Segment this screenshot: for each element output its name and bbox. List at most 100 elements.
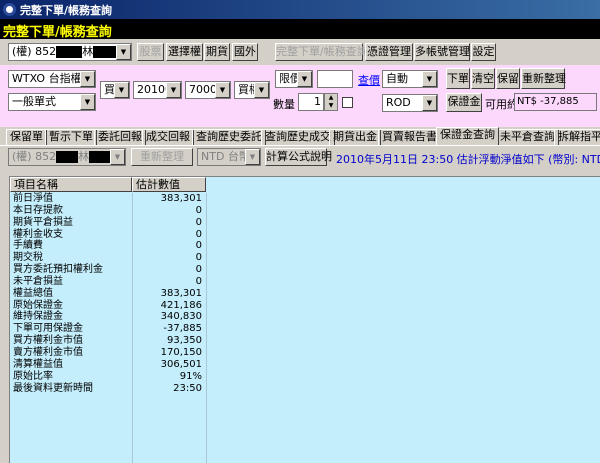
row-item-value: 0 [195, 228, 202, 240]
table-row[interactable]: 權利金收支 0 [10, 229, 206, 241]
chevron-down-icon[interactable]: ▼ [245, 149, 260, 165]
chevron-down-icon[interactable]: ▼ [116, 44, 131, 60]
tab-fill-history[interactable]: 查詢歷史成交 [261, 129, 335, 145]
query-account-select[interactable]: (權) 852 林 ▼ [8, 148, 126, 166]
chevron-down-icon[interactable]: ▼ [215, 82, 230, 98]
table-row[interactable]: 手續費 0 [10, 240, 206, 252]
month-select[interactable]: 201005 ▼ [133, 81, 182, 99]
row-item-name: 清算權益值 [13, 358, 63, 370]
chevron-down-icon[interactable]: ▼ [110, 149, 125, 165]
window-title: 完整下單/帳務查詢 [20, 3, 113, 17]
row-item-name: 本日存提款 [13, 204, 63, 216]
row-item-value: 0 [195, 216, 202, 228]
row-item-name: 維持保證金 [13, 311, 63, 323]
tif-select[interactable]: ROD ▼ [382, 94, 438, 112]
auto-select[interactable]: 自動 ▼ [382, 70, 438, 88]
masked-account [56, 46, 83, 58]
table-row[interactable]: 賣方權利金市值 170,150 [10, 347, 206, 359]
row-item-value: 383,301 [160, 193, 202, 204]
chevron-down-icon[interactable]: ▼ [422, 95, 437, 111]
row-item-name: 原始比率 [13, 370, 53, 382]
margin-button[interactable]: 保證金 [446, 93, 482, 112]
options-button[interactable]: 選擇權 [166, 43, 203, 61]
refresh-button[interactable]: 重新整理 [131, 148, 193, 166]
column-divider [206, 193, 207, 463]
price-input[interactable] [317, 70, 353, 88]
keep-button[interactable]: 保留 [496, 68, 520, 89]
multi-account-button[interactable]: 多帳號管理 [414, 43, 470, 61]
qty-spinner[interactable]: ▲ ▼ [324, 93, 338, 111]
page-title: 完整下單/帳務查詢 [0, 19, 600, 40]
tab-order-report[interactable]: 委託回報 [94, 129, 146, 145]
account-select[interactable]: (權) 852 林 ▼ [8, 43, 132, 61]
chevron-down-icon[interactable]: ▼ [114, 82, 129, 98]
table-row[interactable]: 期交稅 0 [10, 252, 206, 264]
tab-open-position[interactable]: 未平倉查詢 [496, 129, 559, 145]
order-type-select[interactable]: 一般單式 ▼ [8, 93, 96, 111]
reset-button[interactable]: 重新整理 [521, 68, 566, 89]
table-row[interactable]: 下單可用保證金 -37,885 [10, 323, 206, 335]
row-item-name: 原始保證金 [13, 299, 63, 311]
cert-manage-button[interactable]: 憑證管理 [365, 43, 413, 61]
table-row[interactable]: 本日存提款 0 [10, 205, 206, 217]
row-item-name: 買方委託預扣權利金 [13, 264, 103, 276]
full-order-button[interactable]: 完整下單/帳務查詢 [275, 43, 368, 61]
table-row[interactable]: 期貨平倉損益 0 [10, 217, 206, 229]
row-item-name: 賣方權利金市值 [13, 346, 83, 358]
qty-label: 數量 [273, 98, 295, 111]
row-item-value: 0 [195, 275, 202, 287]
table-row[interactable]: 買方委託預扣權利金 0 [10, 264, 206, 276]
chevron-down-icon[interactable]: ▼ [254, 82, 269, 98]
chevron-down-icon[interactable]: ▼ [422, 71, 437, 87]
table-row[interactable]: 原始比率 91% [10, 371, 206, 383]
chevron-down-icon[interactable]: ▼ [80, 71, 95, 87]
row-item-value: 383,301 [160, 287, 202, 299]
row-item-value: 23:50 [173, 382, 202, 394]
tab-report[interactable]: 買賣報告書 [378, 129, 441, 145]
query-price-link[interactable]: 查價 [358, 72, 380, 88]
tab-fill-report[interactable]: 成交回報 [142, 129, 194, 145]
tab-margin-query[interactable]: 保證金查詢 [436, 127, 499, 145]
row-item-name: 手續費 [13, 240, 43, 252]
table-row[interactable]: 原始保證金 421,186 [10, 300, 206, 312]
table-row[interactable]: 清算權益值 306,501 [10, 359, 206, 371]
chevron-down-icon[interactable]: ▼ [166, 82, 181, 98]
row-item-value: 0 [195, 264, 202, 276]
row-item-value: 0 [195, 204, 202, 216]
strike-select[interactable]: 7000 ▼ [185, 81, 231, 99]
chevron-down-icon[interactable]: ▼ [297, 71, 312, 87]
option-checkbox[interactable] [342, 97, 353, 108]
callput-select[interactable]: 買權 ▼ [234, 81, 270, 99]
settings-button[interactable]: 設定 [471, 43, 496, 61]
tab-temp-order[interactable]: 暫示下單 [45, 129, 97, 145]
foreign-button[interactable]: 國外 [232, 43, 258, 61]
side-select[interactable]: 買 ▼ [100, 81, 130, 99]
table-row[interactable]: 最後資料更新時間 23:50 [10, 383, 206, 395]
masked-name [89, 151, 112, 163]
table-row[interactable]: 前日淨值 383,301 [10, 193, 206, 205]
row-item-name: 未平倉損益 [13, 275, 63, 287]
column-header-item[interactable]: 項目名稱 [10, 177, 132, 192]
qty-input[interactable]: 1 [298, 93, 324, 111]
formula-button[interactable]: 計算公式說明 [265, 148, 332, 166]
clear-button[interactable]: 清空 [471, 68, 495, 89]
tab-split[interactable]: 拆解指平 [554, 129, 600, 145]
column-header-value[interactable]: 估計數值 [132, 177, 206, 192]
window-titlebar: 完整下單/帳務查詢 [0, 0, 600, 19]
table-row[interactable]: 買方權利金市值 93,350 [10, 335, 206, 347]
price-type-select[interactable]: 限價 ▼ [275, 70, 313, 88]
table-row[interactable]: 未平倉損益 0 [10, 276, 206, 288]
tab-order-history[interactable]: 查詢歷史委託 [192, 129, 266, 145]
chevron-down-icon[interactable]: ▼ [80, 94, 95, 110]
order-button[interactable]: 下單 [446, 68, 470, 89]
stock-button[interactable]: 股票 [137, 43, 164, 61]
row-item-value: 93,350 [167, 335, 202, 347]
status-info: 2010年5月11日 23:50 估計浮動淨值如下 (幣別: NTD) [336, 153, 600, 166]
futures-button[interactable]: 期貨 [204, 43, 230, 61]
table-row[interactable]: 權益總值 383,301 [10, 288, 206, 300]
tab-retained[interactable]: 保留單 [6, 129, 47, 145]
table-row[interactable]: 維持保證金 340,830 [10, 311, 206, 323]
currency-select[interactable]: NTD 台幣 ▼ [197, 148, 261, 166]
product-select[interactable]: WTXO 台指權 ▼ [8, 70, 96, 88]
tab-withdraw[interactable]: 期貨出金 [329, 129, 381, 145]
